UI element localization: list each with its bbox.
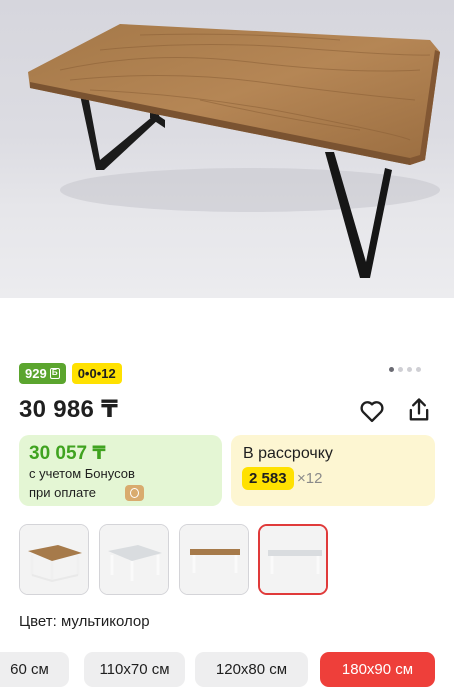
bonus-price: 30 057 ₸ xyxy=(29,443,106,464)
variant-image xyxy=(180,525,248,594)
size-option[interactable]: 110x70 см xyxy=(84,652,185,687)
bonus-price-card[interactable]: 30 057 ₸ с учетом Бонусов при оплате xyxy=(19,435,222,506)
variant-thumbnail-selected[interactable] xyxy=(258,524,328,595)
share-button[interactable] xyxy=(405,396,433,424)
variant-thumbnail[interactable] xyxy=(179,524,249,595)
product-price: 30 986 ₸ xyxy=(19,396,119,423)
product-image[interactable] xyxy=(0,0,454,298)
bonus-note-line1: с учетом Бонусов xyxy=(29,466,135,481)
variant-thumbnail[interactable] xyxy=(19,524,89,595)
variant-image xyxy=(260,526,326,593)
variant-image xyxy=(20,525,88,594)
gallery-dot xyxy=(416,367,421,372)
gallery-dot xyxy=(389,367,394,372)
size-option-selected[interactable]: 180x90 см xyxy=(320,652,435,687)
variant-image xyxy=(100,525,168,594)
color-label: Цвет: мультиколор xyxy=(19,613,150,630)
share-icon xyxy=(409,398,429,421)
payment-method-icon xyxy=(125,485,144,501)
gallery-dot xyxy=(407,367,412,372)
gallery-dot xyxy=(398,367,403,372)
bonus-badge: 929 Б xyxy=(19,363,66,384)
installment-badge: 0•0•12 xyxy=(71,363,122,384)
heart-icon xyxy=(360,401,384,423)
installment-multiplier: ×12 xyxy=(297,470,323,487)
variant-thumbnail[interactable] xyxy=(99,524,169,595)
installment-amount: 2 583 xyxy=(242,467,294,490)
bonus-currency-icon: Б xyxy=(49,368,60,379)
bonus-badge-value: 929 xyxy=(25,366,47,381)
favorite-button[interactable] xyxy=(358,397,386,425)
bonus-note-line2: при оплате xyxy=(29,485,96,500)
size-selector: 60 см 110x70 см 120x80 см 180x90 см xyxy=(0,652,454,688)
installment-title: В рассрочку xyxy=(243,445,333,462)
gallery-pagination xyxy=(389,367,421,372)
installment-card[interactable]: В рассрочку 2 583 ×12 xyxy=(231,435,435,506)
size-option[interactable]: 120x80 см xyxy=(195,652,308,687)
size-option[interactable]: 60 см xyxy=(0,652,69,687)
promo-badges: 929 Б 0•0•12 xyxy=(19,363,122,384)
table-photo xyxy=(28,24,440,278)
